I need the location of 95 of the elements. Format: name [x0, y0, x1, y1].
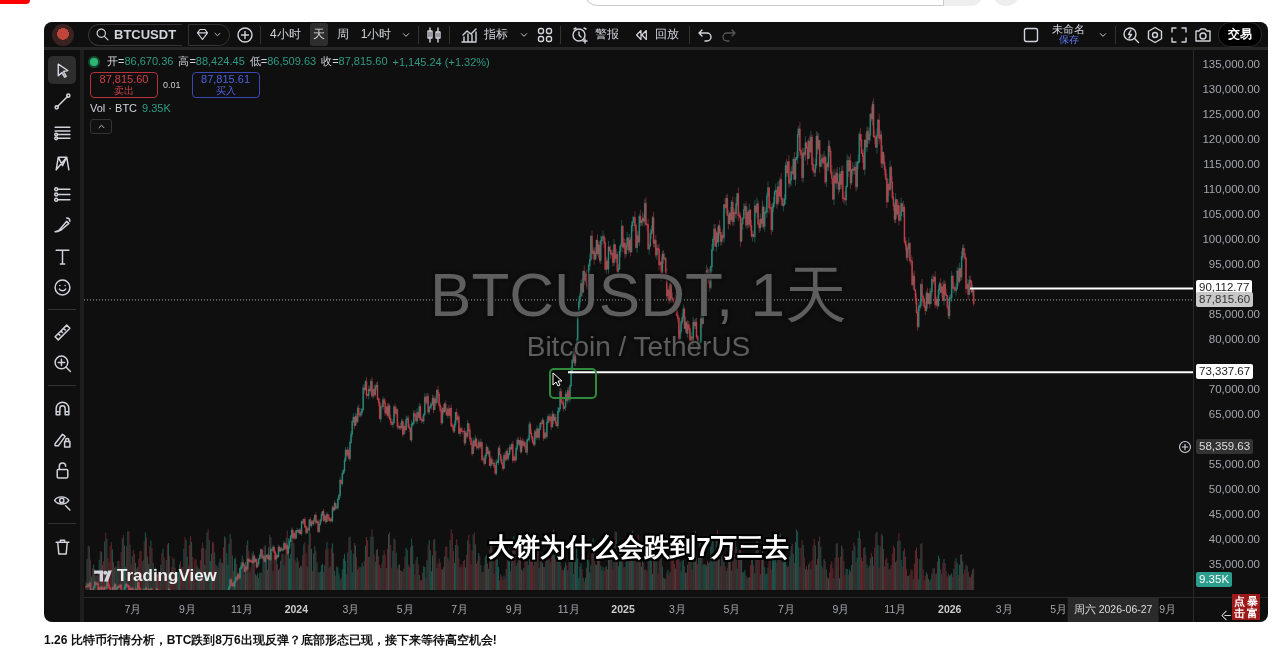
- time-tick: 3月: [669, 603, 686, 617]
- mouse-cursor-icon: [552, 372, 563, 387]
- price-tick: 50,000.00: [1208, 482, 1260, 496]
- price-tick: 125,000.00: [1202, 107, 1260, 121]
- smiley-icon: [52, 277, 72, 297]
- levels-icon: [52, 184, 72, 204]
- time-tick: 9月: [1159, 603, 1176, 617]
- price-tick: 35,000.00: [1208, 557, 1260, 571]
- price-tick: 80,000.00: [1208, 332, 1260, 346]
- buy-button[interactable]: 87,815.61 买入: [191, 72, 260, 99]
- promo-badge[interactable]: 点击 暴富: [1232, 593, 1260, 620]
- price-tick: 40,000.00: [1208, 532, 1260, 546]
- square-icon[interactable]: [1022, 25, 1040, 44]
- ohlc-value: 收=87,815.60: [321, 54, 388, 69]
- symbol-name: BTCUSDT: [114, 27, 177, 42]
- scroll-left-icon[interactable]: [1219, 609, 1232, 622]
- time-tick: 9月: [832, 603, 850, 617]
- price-tick: 130,000.00: [1202, 82, 1260, 96]
- volume-label: 9.35K: [1196, 572, 1233, 587]
- avatar[interactable]: [52, 23, 74, 46]
- ohlc-value: 低=86,509.63: [249, 54, 317, 69]
- add-icon: [1178, 440, 1192, 455]
- time-tick: 7月: [124, 603, 142, 617]
- candlestick-icon[interactable]: [425, 25, 444, 44]
- cursor-tool[interactable]: [48, 56, 76, 84]
- price-tick: 110,000.00: [1203, 182, 1260, 196]
- camera-icon[interactable]: [1194, 25, 1212, 44]
- price-tick: 120,000.00: [1202, 132, 1260, 146]
- time-tick: 2026: [938, 603, 962, 615]
- trash-icon: [52, 536, 72, 556]
- layout-name[interactable]: 未命名: [1052, 24, 1085, 35]
- logo-text: TradingView: [117, 566, 217, 586]
- horizontal-line[interactable]: [567, 371, 1193, 374]
- ruler-icon: [52, 322, 72, 342]
- time-tick: 11月: [557, 603, 580, 617]
- ohlc-value: 高=88,424.45: [178, 54, 245, 69]
- alarm-clock-icon: [571, 25, 590, 44]
- ohlc-value: 开=86,670.36: [107, 54, 174, 69]
- time-tick: 7月: [777, 603, 795, 617]
- brush-icon: [52, 215, 72, 235]
- zoom-in-icon: [52, 353, 72, 373]
- fullscreen-icon[interactable]: [1170, 25, 1188, 44]
- save-status: 保存: [1058, 35, 1079, 45]
- time-tick: 11月: [884, 603, 907, 617]
- add-icon[interactable]: [236, 25, 255, 44]
- time-tick: 3月: [995, 603, 1013, 617]
- time-tick: 7月: [451, 603, 469, 617]
- spread-value: 0.01: [163, 80, 181, 90]
- status-dot: [90, 57, 98, 66]
- diamond-icon: [195, 27, 211, 42]
- interval-button[interactable]: 4小时: [267, 23, 304, 46]
- replay-button[interactable]: 回放: [629, 26, 684, 43]
- search-icon: [95, 27, 110, 42]
- time-tick: 2024: [284, 603, 308, 615]
- interval-button[interactable]: 1小时: [357, 23, 395, 46]
- price-tick: 100,000.00: [1202, 232, 1260, 246]
- add-button[interactable]: [1177, 439, 1193, 456]
- trend-line-icon: [52, 91, 72, 111]
- price-tick: 95,000.00: [1208, 257, 1260, 271]
- crosshair-date-label: 周六 2026-06-27: [1067, 598, 1159, 622]
- indicators-button[interactable]: 指标: [456, 25, 513, 44]
- price-tick: 45,000.00: [1208, 507, 1260, 521]
- magnet-icon: [52, 398, 72, 418]
- price-tick: 115,000.00: [1203, 157, 1260, 171]
- crosshair-price-label: 58,359.63: [1196, 439, 1254, 455]
- time-tick: 11月: [230, 603, 253, 617]
- grid-icon[interactable]: [536, 25, 555, 44]
- time-tick: 5月: [723, 603, 741, 617]
- pattern-icon: [52, 153, 72, 173]
- line-price-label: 73,337.67: [1196, 364, 1254, 380]
- lightning-search-icon[interactable]: [1122, 25, 1140, 44]
- price-tick: 85,000.00: [1208, 307, 1260, 321]
- price-change: +1,145.24 (+1.32%): [392, 55, 490, 68]
- volume-label: Vol · BTC: [90, 102, 138, 115]
- video-title[interactable]: 1.26 比特币行情分析，BTC跌到8万6出现反弹？底部形态已现，接下来等待高空机会!: [44, 632, 1280, 649]
- alert-button[interactable]: 警报: [567, 25, 624, 44]
- rectangle-drawing[interactable]: [549, 368, 597, 399]
- time-tick: 2025: [611, 603, 635, 615]
- sell-button[interactable]: 87,815.60 卖出: [90, 72, 158, 99]
- time-tick: 9月: [505, 603, 523, 617]
- price-tick: 135,000.00: [1202, 57, 1260, 71]
- interval-button[interactable]: 天: [309, 23, 328, 46]
- time-tick: 5月: [396, 603, 414, 617]
- time-tick: 5月: [1050, 603, 1068, 617]
- price-tick: 70,000.00: [1208, 382, 1260, 396]
- interval-button[interactable]: 周: [333, 23, 352, 46]
- time-tick: 3月: [342, 603, 360, 617]
- price-tick: 105,000.00: [1202, 207, 1260, 221]
- price-tick: 55,000.00: [1208, 457, 1260, 471]
- time-tick: 9月: [179, 603, 196, 617]
- trade-button[interactable]: 交易: [1218, 22, 1262, 47]
- price-tick: 65,000.00: [1208, 407, 1260, 421]
- volume-value: 9.35K: [142, 102, 171, 115]
- settings-icon[interactable]: [1146, 25, 1164, 44]
- video-subtitle: 大饼为什么会跌到7万三去: [488, 531, 789, 564]
